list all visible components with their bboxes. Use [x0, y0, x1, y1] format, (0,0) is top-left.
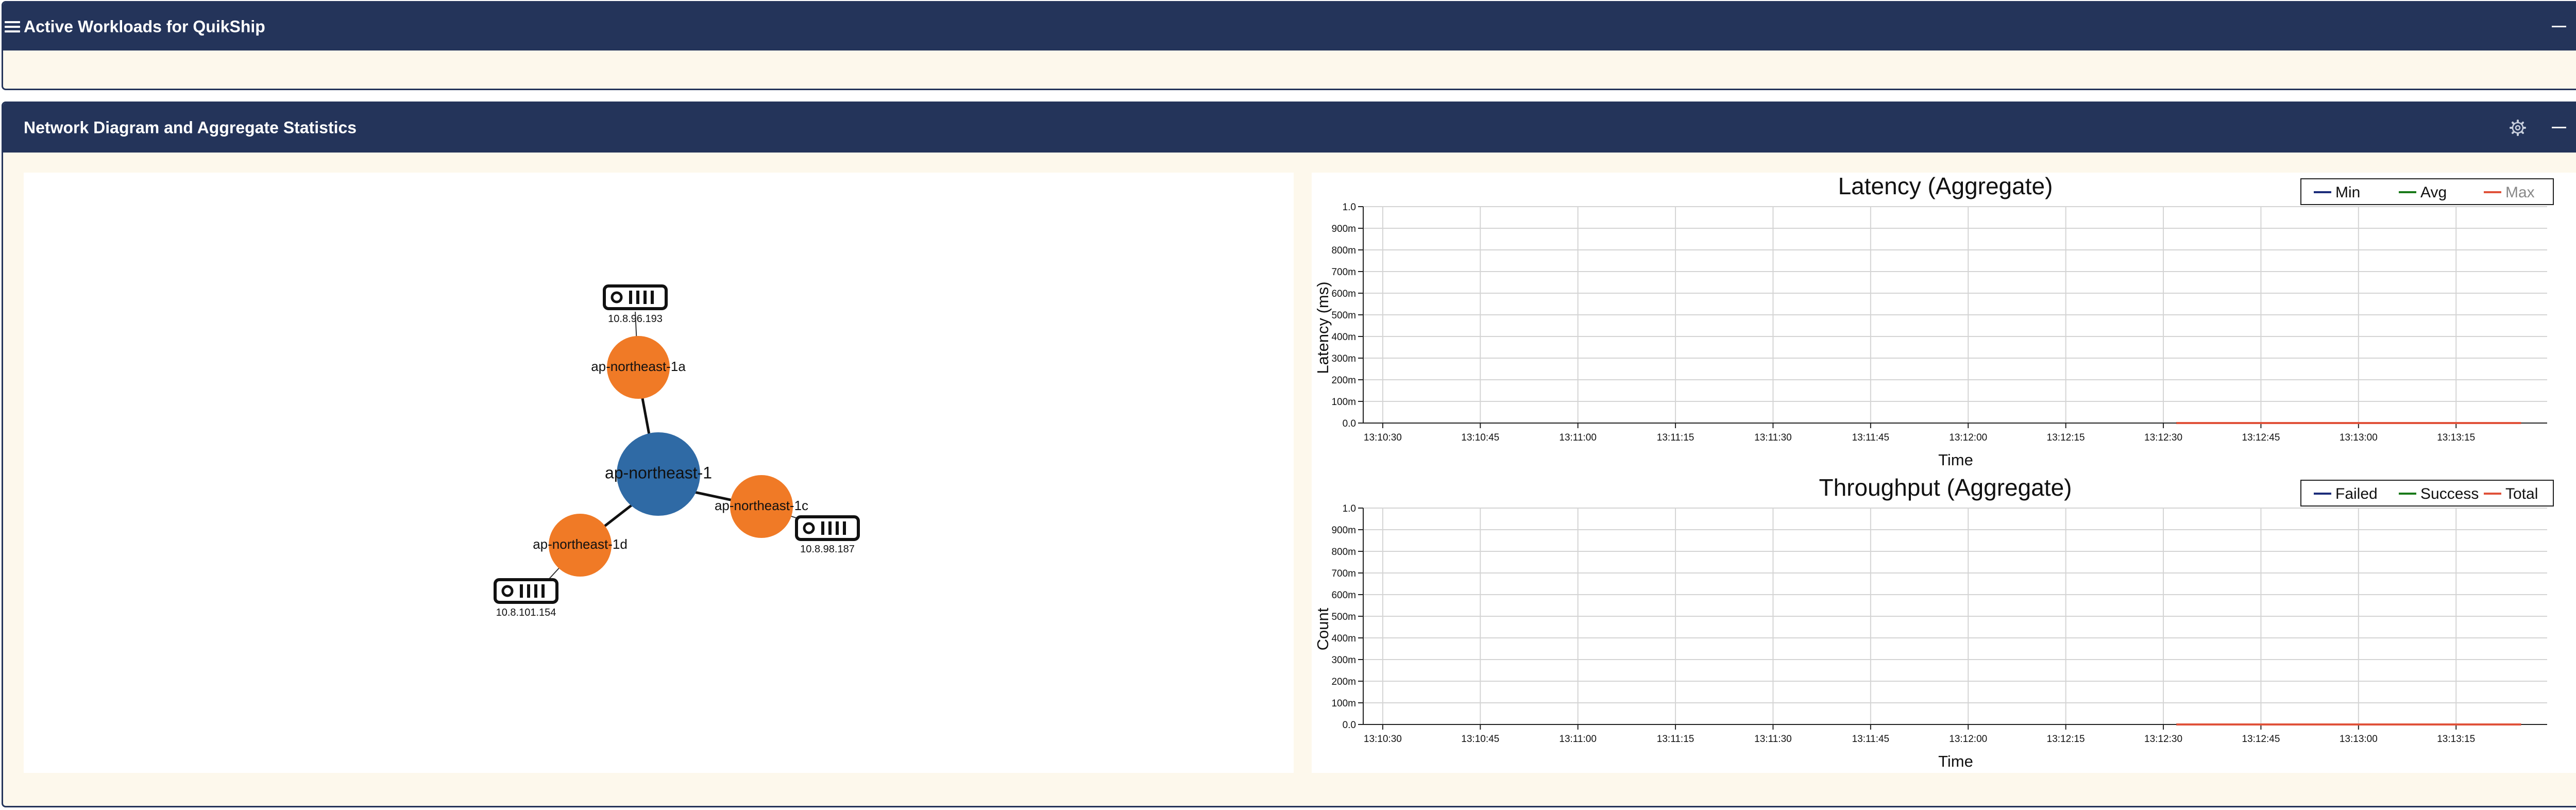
network-diagram-canvas: ap-northeast-1 ap-northeast-1a ap-northe… [494, 284, 860, 618]
server-node-1d[interactable]: 10.8.101.154 [494, 578, 558, 618]
hamburger-menu-icon[interactable] [5, 20, 20, 33]
x-tick-label: 13:11:15 [1657, 432, 1694, 443]
y-tick-label: 300m [1331, 655, 1356, 666]
network-settings-button[interactable] [2507, 117, 2528, 138]
server-node-1c[interactable]: 10.8.98.187 [795, 515, 860, 555]
workloads-minimize-button[interactable] [2549, 16, 2569, 37]
y-tick-label: 200m [1331, 677, 1356, 687]
y-tick-label: 500m [1331, 310, 1356, 321]
network-diagram: ap-northeast-1 ap-northeast-1a ap-northe… [24, 173, 1294, 773]
x-tick-label: 13:13:15 [2437, 734, 2475, 745]
zone-node-label: ap-northeast-1c [715, 498, 808, 513]
x-tick-label: 13:11:45 [1852, 432, 1890, 443]
y-tick-label: 200m [1331, 375, 1356, 386]
y-tick-label: 1.0 [1343, 202, 1356, 213]
x-tick-label: 13:12:30 [2144, 734, 2182, 745]
x-tick-label: 13:11:15 [1657, 734, 1694, 745]
x-tick-label: 13:11:45 [1852, 734, 1890, 745]
server-ip-label: 10.8.98.187 [800, 544, 855, 555]
x-tick-label: 13:12:15 [2047, 734, 2085, 745]
legend-label: Max [2505, 184, 2535, 201]
chart-title: Latency (Aggregate) [1838, 173, 2053, 199]
x-tick-label: 13:13:15 [2437, 432, 2475, 443]
x-tick-label: 13:10:30 [1364, 432, 1402, 443]
server-icon [494, 578, 558, 604]
zone-node-label: ap-northeast-1d [533, 536, 628, 552]
server-ip-label: 10.8.96.193 [608, 313, 663, 325]
x-tick-label: 13:11:00 [1559, 432, 1597, 443]
server-icon [603, 284, 668, 310]
x-tick-label: 13:11:30 [1754, 432, 1792, 443]
y-tick-label: 100m [1331, 698, 1356, 709]
x-tick-label: 13:10:45 [1461, 432, 1499, 443]
y-tick-label: 300m [1331, 353, 1356, 364]
server-ip-label: 10.8.101.154 [496, 607, 556, 618]
charts-canvas: Latency (Aggregate) 0.0 100m 200m 300m 400m 50… [1314, 173, 2554, 770]
y-tick-label: 600m [1331, 590, 1356, 601]
server-node-1a[interactable]: 10.8.96.193 [603, 284, 668, 325]
x-tick-label: 13:12:15 [2047, 432, 2085, 443]
y-tick-label: 600m [1331, 289, 1356, 299]
y-tick-label: 800m [1331, 245, 1356, 256]
zone-node-label: ap-northeast-1a [591, 359, 686, 374]
y-tick-label: 400m [1331, 332, 1356, 343]
x-axis-label: Time [1938, 451, 1973, 469]
network-panel-title: Network Diagram and Aggregate Statistics [24, 118, 357, 137]
y-axis-label: Count [1314, 608, 1332, 650]
y-tick-label: 900m [1331, 525, 1356, 536]
y-tick-label: 500m [1331, 612, 1356, 622]
network-minimize-button[interactable] [2549, 117, 2569, 138]
region-node-label: ap-northeast-1 [605, 463, 712, 482]
latency-chart: Latency (Aggregate) 0.0 100m 200m 300m 400m 50… [1314, 173, 2554, 469]
minimize-icon [2552, 25, 2566, 27]
legend-label: Failed [2335, 485, 2378, 502]
x-tick-label: 13:10:30 [1364, 734, 1402, 745]
aggregate-charts: Latency (Aggregate) 0.0 100m 200m 300m 400m 50… [1312, 173, 2576, 773]
x-tick-label: 13:12:45 [2242, 432, 2280, 443]
y-tick-label: 700m [1331, 267, 1356, 278]
chart-title: Throughput (Aggregate) [1819, 474, 2072, 501]
y-tick-label: 100m [1331, 397, 1356, 408]
x-tick-label: 13:12:30 [2144, 432, 2182, 443]
legend-label: Total [2505, 485, 2538, 502]
legend-label: Min [2335, 184, 2360, 201]
legend-label: Success [2420, 485, 2479, 502]
workloads-panel-title: Active Workloads for QuikShip [24, 17, 265, 36]
y-tick-label: 400m [1331, 633, 1356, 644]
gear-icon [2510, 120, 2526, 136]
x-tick-label: 13:13:00 [2340, 432, 2378, 443]
minimize-icon [2552, 127, 2566, 128]
y-tick-label: 0.0 [1343, 418, 1356, 429]
network-panel-header: Network Diagram and Aggregate Statistics [3, 103, 2576, 153]
y-axis-label: Latency (ms) [1314, 281, 1332, 374]
y-tick-label: 1.0 [1343, 503, 1356, 514]
throughput-chart: Throughput (Aggregate) 0.0 100m 200m 300m 400… [1314, 474, 2554, 770]
x-tick-label: 13:10:45 [1461, 734, 1499, 745]
x-tick-label: 13:13:00 [2340, 734, 2378, 745]
x-axis-label: Time [1938, 752, 1973, 770]
workloads-panel-header: Active Workloads for QuikShip [3, 3, 2576, 50]
y-tick-label: 800m [1331, 547, 1356, 558]
legend-label: Avg [2420, 184, 2447, 201]
workloads-panel: Active Workloads for QuikShip [2, 1, 2576, 90]
x-tick-label: 13:12:45 [2242, 734, 2280, 745]
server-icon [795, 515, 860, 541]
x-tick-label: 13:11:30 [1754, 734, 1792, 745]
y-tick-label: 900m [1331, 224, 1356, 234]
x-tick-label: 13:11:00 [1559, 734, 1597, 745]
x-tick-label: 13:12:00 [1949, 734, 1987, 745]
network-panel: Network Diagram and Aggregate Statistics [2, 102, 2576, 807]
y-tick-label: 700m [1331, 568, 1356, 579]
x-tick-label: 13:12:00 [1949, 432, 1987, 443]
y-tick-label: 0.0 [1343, 720, 1356, 731]
